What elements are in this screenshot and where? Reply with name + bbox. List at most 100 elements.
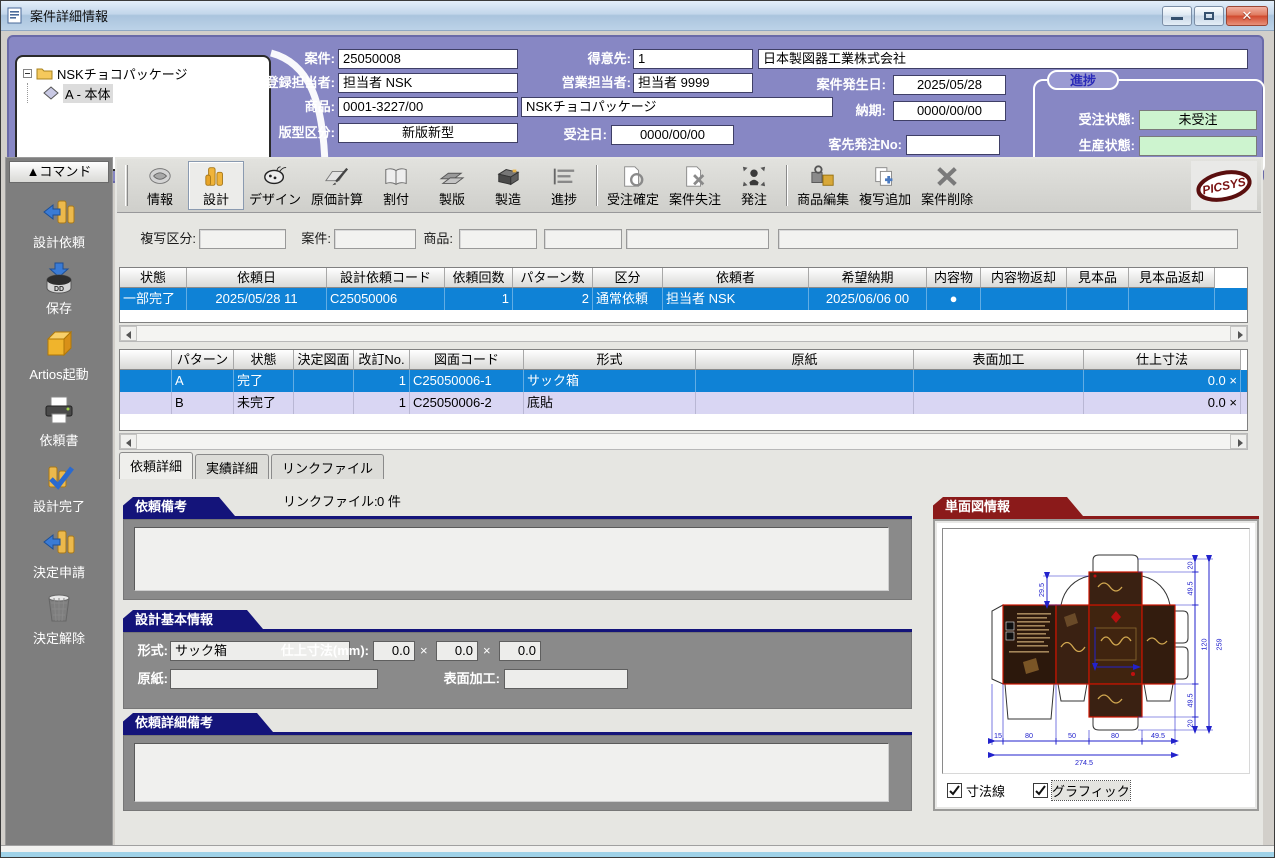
request-note-textarea[interactable] [134, 527, 889, 591]
col-header[interactable]: 状態 [120, 268, 187, 288]
col-header[interactable]: 内容物 [927, 268, 981, 288]
case-date-field[interactable]: 2025/05/28 [893, 75, 1006, 95]
cell: 1 [354, 392, 410, 414]
progress-title: 進捗 [1047, 70, 1119, 90]
toolbar-button-product-edit[interactable]: 商品編集 [792, 161, 854, 210]
col-header[interactable]: 表面加工 [914, 350, 1084, 370]
tab-link-file[interactable]: リンクファイル [271, 454, 384, 479]
toolbar-button-manufacturing[interactable]: 製造 [480, 161, 536, 210]
customer-code-field[interactable]: 1 [633, 49, 753, 69]
col-header[interactable] [120, 350, 172, 370]
sidebar-button-save[interactable]: DD 保存 [6, 255, 112, 321]
request-table-row[interactable]: 一部完了 2025/05/28 11 C25050006 1 2 通常依頼 担当… [120, 288, 1247, 310]
surface-finish-field[interactable] [504, 669, 628, 689]
sidebar-button-request-form[interactable]: 依頼書 [6, 387, 112, 453]
col-header[interactable]: 区分 [593, 268, 663, 288]
toolbar-button-order-place[interactable]: 発注 [726, 161, 782, 210]
filter-product-field-1[interactable] [459, 229, 537, 249]
col-header[interactable]: 見本品返却 [1129, 268, 1215, 288]
filter-product-field-4[interactable] [778, 229, 1238, 249]
toolbar-button-design[interactable]: 設計 [188, 161, 244, 210]
cell [696, 370, 914, 392]
col-header[interactable]: 内容物返却 [981, 268, 1067, 288]
request-detail-note-textarea[interactable] [134, 743, 889, 802]
command-toggle-button[interactable]: ▲コマンド [9, 161, 109, 183]
dimension-lines-checkbox[interactable] [947, 783, 962, 798]
toolbar-button-order-confirm[interactable]: 受注確定 [602, 161, 664, 210]
dieline-drawing: 20 49.5 120 49.5 20 259 29.5 15 80 50 80… [943, 529, 1249, 769]
toolbar-button-platemaking[interactable]: 製版 [424, 161, 480, 210]
col-header[interactable]: 形式 [524, 350, 696, 370]
col-header[interactable]: 図面コード [410, 350, 524, 370]
toolbar-button-case-lost[interactable]: 案件失注 [664, 161, 726, 210]
col-header[interactable]: 状態 [234, 350, 294, 370]
col-header[interactable]: 見本品 [1067, 268, 1129, 288]
close-button[interactable]: ✕ [1226, 6, 1268, 26]
sidebar-button-design-request[interactable]: 設計依頼 [6, 189, 112, 255]
col-header[interactable]: 仕上寸法 [1084, 350, 1241, 370]
col-header[interactable]: 改訂No. [354, 350, 410, 370]
case-date-label: 案件発生日: [739, 75, 886, 95]
restore-button[interactable] [1194, 6, 1224, 26]
cell [120, 392, 172, 414]
col-header[interactable]: 設計依頼コード [327, 268, 445, 288]
pattern-table-hscrollbar[interactable] [119, 433, 1248, 450]
customer-name-field[interactable]: 日本製図器工業株式会社 [758, 49, 1248, 69]
decision-apply-icon [41, 525, 77, 559]
filter-product-field-3[interactable] [626, 229, 769, 249]
customer-po-field[interactable] [906, 135, 1000, 155]
col-header[interactable]: 依頼者 [663, 268, 809, 288]
toolbar-button-progress[interactable]: 進捗 [536, 161, 592, 210]
sidebar-button-artios[interactable]: Artios起動 [6, 321, 112, 387]
scroll-right-button[interactable] [1230, 434, 1247, 449]
col-header[interactable]: 原紙 [696, 350, 914, 370]
col-header[interactable]: パターン [172, 350, 234, 370]
cell: 1 [354, 370, 410, 392]
toolbar-button-cost-calc[interactable]: 原価計算 [306, 161, 368, 210]
scroll-left-button[interactable] [120, 434, 137, 449]
toolbar-button-case-delete[interactable]: 案件削除 [916, 161, 978, 210]
toolbar-button-imposition[interactable]: 割付 [368, 161, 424, 210]
plate-type-label: 版型区分: [159, 123, 335, 143]
tab-request-detail[interactable]: 依頼詳細 [119, 452, 193, 479]
toolbar-button-info[interactable]: 情報 [132, 161, 188, 210]
minimize-button[interactable] [1162, 6, 1192, 26]
sidebar-button-decision-cancel[interactable]: 決定解除 [6, 585, 112, 651]
col-header[interactable]: 決定図面 [294, 350, 354, 370]
order-date-field[interactable]: 0000/00/00 [611, 125, 734, 145]
graphic-checkbox[interactable] [1033, 783, 1048, 798]
cell: 通常依頼 [593, 288, 663, 310]
product-code-field[interactable]: 0001-3227/00 [338, 97, 518, 117]
graphic-label: グラフィック [1052, 781, 1130, 800]
sidebar-button-decision-apply[interactable]: 決定申請 [6, 519, 112, 585]
col-header[interactable]: 希望納期 [809, 268, 927, 288]
scroll-left-button[interactable] [120, 326, 137, 341]
toolbar-button-copy-add[interactable]: 複写追加 [854, 161, 916, 210]
delivery-field[interactable]: 0000/00/00 [893, 101, 1006, 121]
sidebar-button-design-complete[interactable]: 設計完了 [6, 453, 112, 519]
base-paper-field[interactable] [170, 669, 378, 689]
cost-calc-icon [322, 164, 352, 189]
status-bar [1, 845, 1274, 857]
svg-text:20: 20 [1186, 562, 1195, 570]
col-header[interactable]: パターン数 [513, 268, 593, 288]
filter-case-field[interactable] [334, 229, 416, 249]
svg-text:80: 80 [1025, 731, 1033, 740]
scroll-right-button[interactable] [1230, 326, 1247, 341]
toolbar-button-graphic-design[interactable]: デザイン [244, 161, 306, 210]
tree-collapse-icon[interactable] [23, 69, 32, 78]
finish-size-w[interactable]: 0.0 [373, 641, 415, 661]
toolbar-grip[interactable] [125, 165, 128, 206]
finish-size-h[interactable]: 0.0 [499, 641, 541, 661]
request-table-hscrollbar[interactable] [119, 325, 1248, 342]
col-header[interactable]: 依頼日 [187, 268, 327, 288]
pattern-row-a[interactable]: A 完了 1 C25050006-1 サック箱 0.0 × [120, 370, 1247, 392]
copy-class-field[interactable] [199, 229, 286, 249]
section-request-detail-note-title: 依頼詳細備考 [123, 713, 273, 732]
filter-product-field-2[interactable] [544, 229, 622, 249]
tab-result-detail[interactable]: 実績詳細 [195, 454, 269, 479]
col-header[interactable]: 依頼回数 [445, 268, 513, 288]
finish-size-d[interactable]: 0.0 [436, 641, 478, 661]
pattern-row-b[interactable]: B 未完了 1 C25050006-2 底貼 0.0 × [120, 392, 1247, 414]
sales-rep-field[interactable]: 担当者 9999 [633, 73, 753, 93]
